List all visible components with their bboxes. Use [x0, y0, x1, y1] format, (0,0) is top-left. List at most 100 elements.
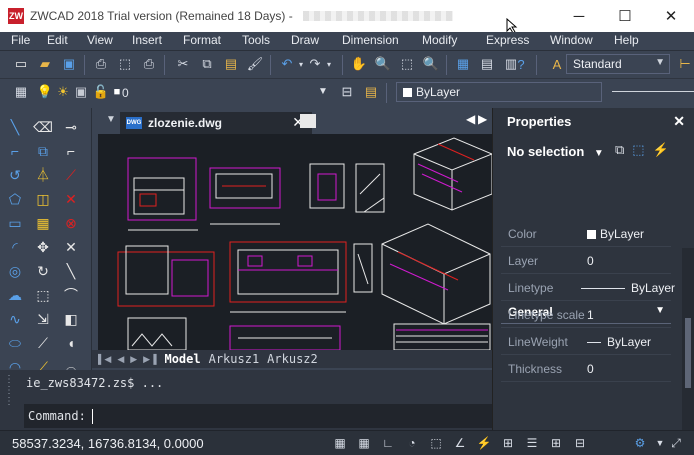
line-icon[interactable]: ╲	[4, 116, 26, 138]
menu-dimension[interactable]: Dimension	[342, 33, 399, 47]
object-snap-icon[interactable]: ⬚	[428, 435, 444, 451]
ellipse-icon[interactable]: ⬭	[4, 332, 26, 354]
cut-icon[interactable]: ✂	[174, 55, 192, 73]
polygon-icon[interactable]: ⬠	[4, 188, 26, 210]
menu-view[interactable]: View	[87, 33, 113, 47]
menu-draw[interactable]: Draw	[291, 33, 319, 47]
break-icon[interactable]: ✕	[60, 188, 82, 210]
prop-row-linetype-scale[interactable]: Linetype scale 1	[501, 301, 671, 328]
menu-modify[interactable]: Modify	[422, 33, 457, 47]
join-icon[interactable]: ╲	[60, 260, 82, 282]
command-window-grip[interactable]: ⋮ ⋮ ⋮	[4, 374, 18, 426]
arc-icon[interactable]: ◜	[4, 236, 26, 258]
layer-previous-icon[interactable]: ▤	[362, 83, 380, 101]
properties-close-icon[interactable]: ✕	[673, 113, 685, 130]
zoom-window-icon[interactable]: ⬚	[398, 55, 416, 73]
fillet-icon[interactable]: ⌒	[60, 284, 82, 306]
zoom-previous-icon[interactable]: 🔍	[422, 55, 440, 73]
make-current-layer-icon[interactable]: ⊟	[338, 83, 356, 101]
last-layout-icon[interactable]: ▶▐	[143, 354, 156, 365]
help-icon[interactable]: ?	[512, 55, 530, 73]
redo-dropdown-icon[interactable]: ▾	[320, 55, 338, 73]
layer-combo-value[interactable]: 0	[122, 86, 129, 100]
transparency-icon[interactable]: ⊞	[548, 435, 564, 451]
menu-window[interactable]: Window	[550, 33, 593, 47]
lengthen-icon[interactable]: ⟋	[32, 332, 54, 354]
eraser-icon[interactable]: ⌫	[32, 116, 54, 138]
properties-icon[interactable]: ▦	[454, 55, 472, 73]
tab-arkusz2[interactable]: Arkusz2	[267, 352, 318, 366]
align-icon[interactable]: ◧	[60, 308, 82, 330]
stretch-icon[interactable]: ⇲	[32, 308, 54, 330]
print-icon[interactable]: ⎙	[92, 55, 110, 73]
save-icon[interactable]: ▣	[60, 55, 78, 73]
paste-icon[interactable]: ▤	[222, 55, 240, 73]
polar-tracking-icon[interactable]: ◔	[404, 435, 420, 451]
dynamic-input-icon[interactable]: ⊞	[500, 435, 516, 451]
dynamic-ucs-icon[interactable]: ⚡	[476, 435, 492, 451]
otrack-icon[interactable]: ∠	[452, 435, 468, 451]
pan-icon[interactable]: ✋	[350, 55, 368, 73]
move-icon[interactable]: ✥	[32, 236, 54, 258]
dim-style-icon[interactable]: ⊢	[676, 55, 694, 73]
snap-grid-icon[interactable]: ▦	[332, 435, 348, 451]
select-objects-icon[interactable]: ⬚	[632, 142, 644, 158]
workspace-settings-icon[interactable]: ⚙	[632, 435, 648, 451]
explode-icon[interactable]: ✕	[60, 236, 82, 258]
plot-preview-icon[interactable]: ⬚	[116, 55, 134, 73]
minimize-button[interactable]: ─	[556, 0, 602, 32]
rotate-icon[interactable]: ↻	[32, 260, 54, 282]
pedit-icon[interactable]: ◖	[60, 332, 82, 354]
tab-scroll-right-icon[interactable]: ▶	[478, 112, 487, 126]
tab-list-chevron-icon[interactable]: ▼	[106, 114, 116, 125]
layer-on-icon[interactable]: 💡	[36, 83, 54, 101]
polyline-icon[interactable]: ⌐	[4, 140, 26, 162]
tab-model[interactable]: Model	[164, 352, 200, 366]
trim-icon[interactable]: ⌐	[60, 140, 82, 162]
menu-help[interactable]: Help	[614, 33, 639, 47]
layer-manager-icon[interactable]: ▦	[12, 83, 30, 101]
toggle-pickadd-icon[interactable]: ⧉	[615, 142, 624, 158]
properties-scrollbar[interactable]	[682, 248, 694, 430]
copy-icon[interactable]: ⧉	[198, 55, 216, 73]
open-folder-icon[interactable]: ▰	[36, 55, 54, 73]
maximize-button[interactable]: ☐	[602, 0, 648, 32]
menu-format[interactable]: Format	[183, 33, 221, 47]
rectangle-icon[interactable]: ▭	[4, 212, 26, 234]
command-input[interactable]: Command:	[24, 404, 492, 428]
selection-cycling-icon[interactable]: ⊟	[572, 435, 588, 451]
layer-combo-chevron-icon[interactable]: ▼	[318, 86, 328, 97]
drawing-canvas[interactable]	[98, 134, 492, 350]
menu-tools[interactable]: Tools	[242, 33, 270, 47]
color-combo[interactable]: ByLayer	[396, 82, 602, 102]
array-icon[interactable]: ▦	[32, 212, 54, 234]
close-button[interactable]: ✕	[648, 0, 694, 32]
ortho-icon[interactable]: ∟	[380, 435, 396, 451]
match-properties-icon[interactable]: 🖌	[246, 55, 264, 73]
scrollbar-thumb[interactable]	[685, 318, 691, 388]
prop-row-color[interactable]: Color ByLayer	[501, 220, 671, 247]
layer-vp-icon[interactable]: ▣	[72, 83, 90, 101]
circle-icon[interactable]: ◎	[4, 260, 26, 282]
workspace-dropdown-icon[interactable]: ▼	[652, 435, 668, 451]
selection-combo[interactable]: No selection ▼	[507, 144, 604, 159]
arc-polyline-icon[interactable]: ↺	[4, 164, 26, 186]
menu-insert[interactable]: Insert	[132, 33, 162, 47]
offset-icon[interactable]: ◫	[32, 188, 54, 210]
copy-object-icon[interactable]: ⧉	[32, 140, 54, 162]
tab-scroll-left-icon[interactable]: ◀	[466, 112, 475, 126]
new-tab-icon[interactable]	[300, 114, 316, 128]
linetype-preview[interactable]	[612, 91, 694, 92]
mirror-icon[interactable]: ⏃	[32, 164, 54, 186]
scale-icon[interactable]: ⬚	[32, 284, 54, 306]
prop-row-linetype[interactable]: Linetype ByLayer	[501, 274, 675, 301]
prop-row-lineweight[interactable]: LineWeight ByLayer	[501, 328, 671, 355]
quick-select-icon[interactable]: ⚡	[653, 142, 669, 158]
menu-express[interactable]: Express	[486, 33, 529, 47]
design-center-icon[interactable]: ▤	[478, 55, 496, 73]
tab-zlozenie-dwg[interactable]: DWG zlozenie.dwg ✕	[120, 112, 312, 134]
cloud-icon[interactable]: ☁	[4, 284, 26, 306]
lineweight-icon[interactable]: ☰	[524, 435, 540, 451]
grid-icon[interactable]: ▦	[356, 435, 372, 451]
text-style-combo[interactable]: Standard ▼	[566, 54, 670, 74]
